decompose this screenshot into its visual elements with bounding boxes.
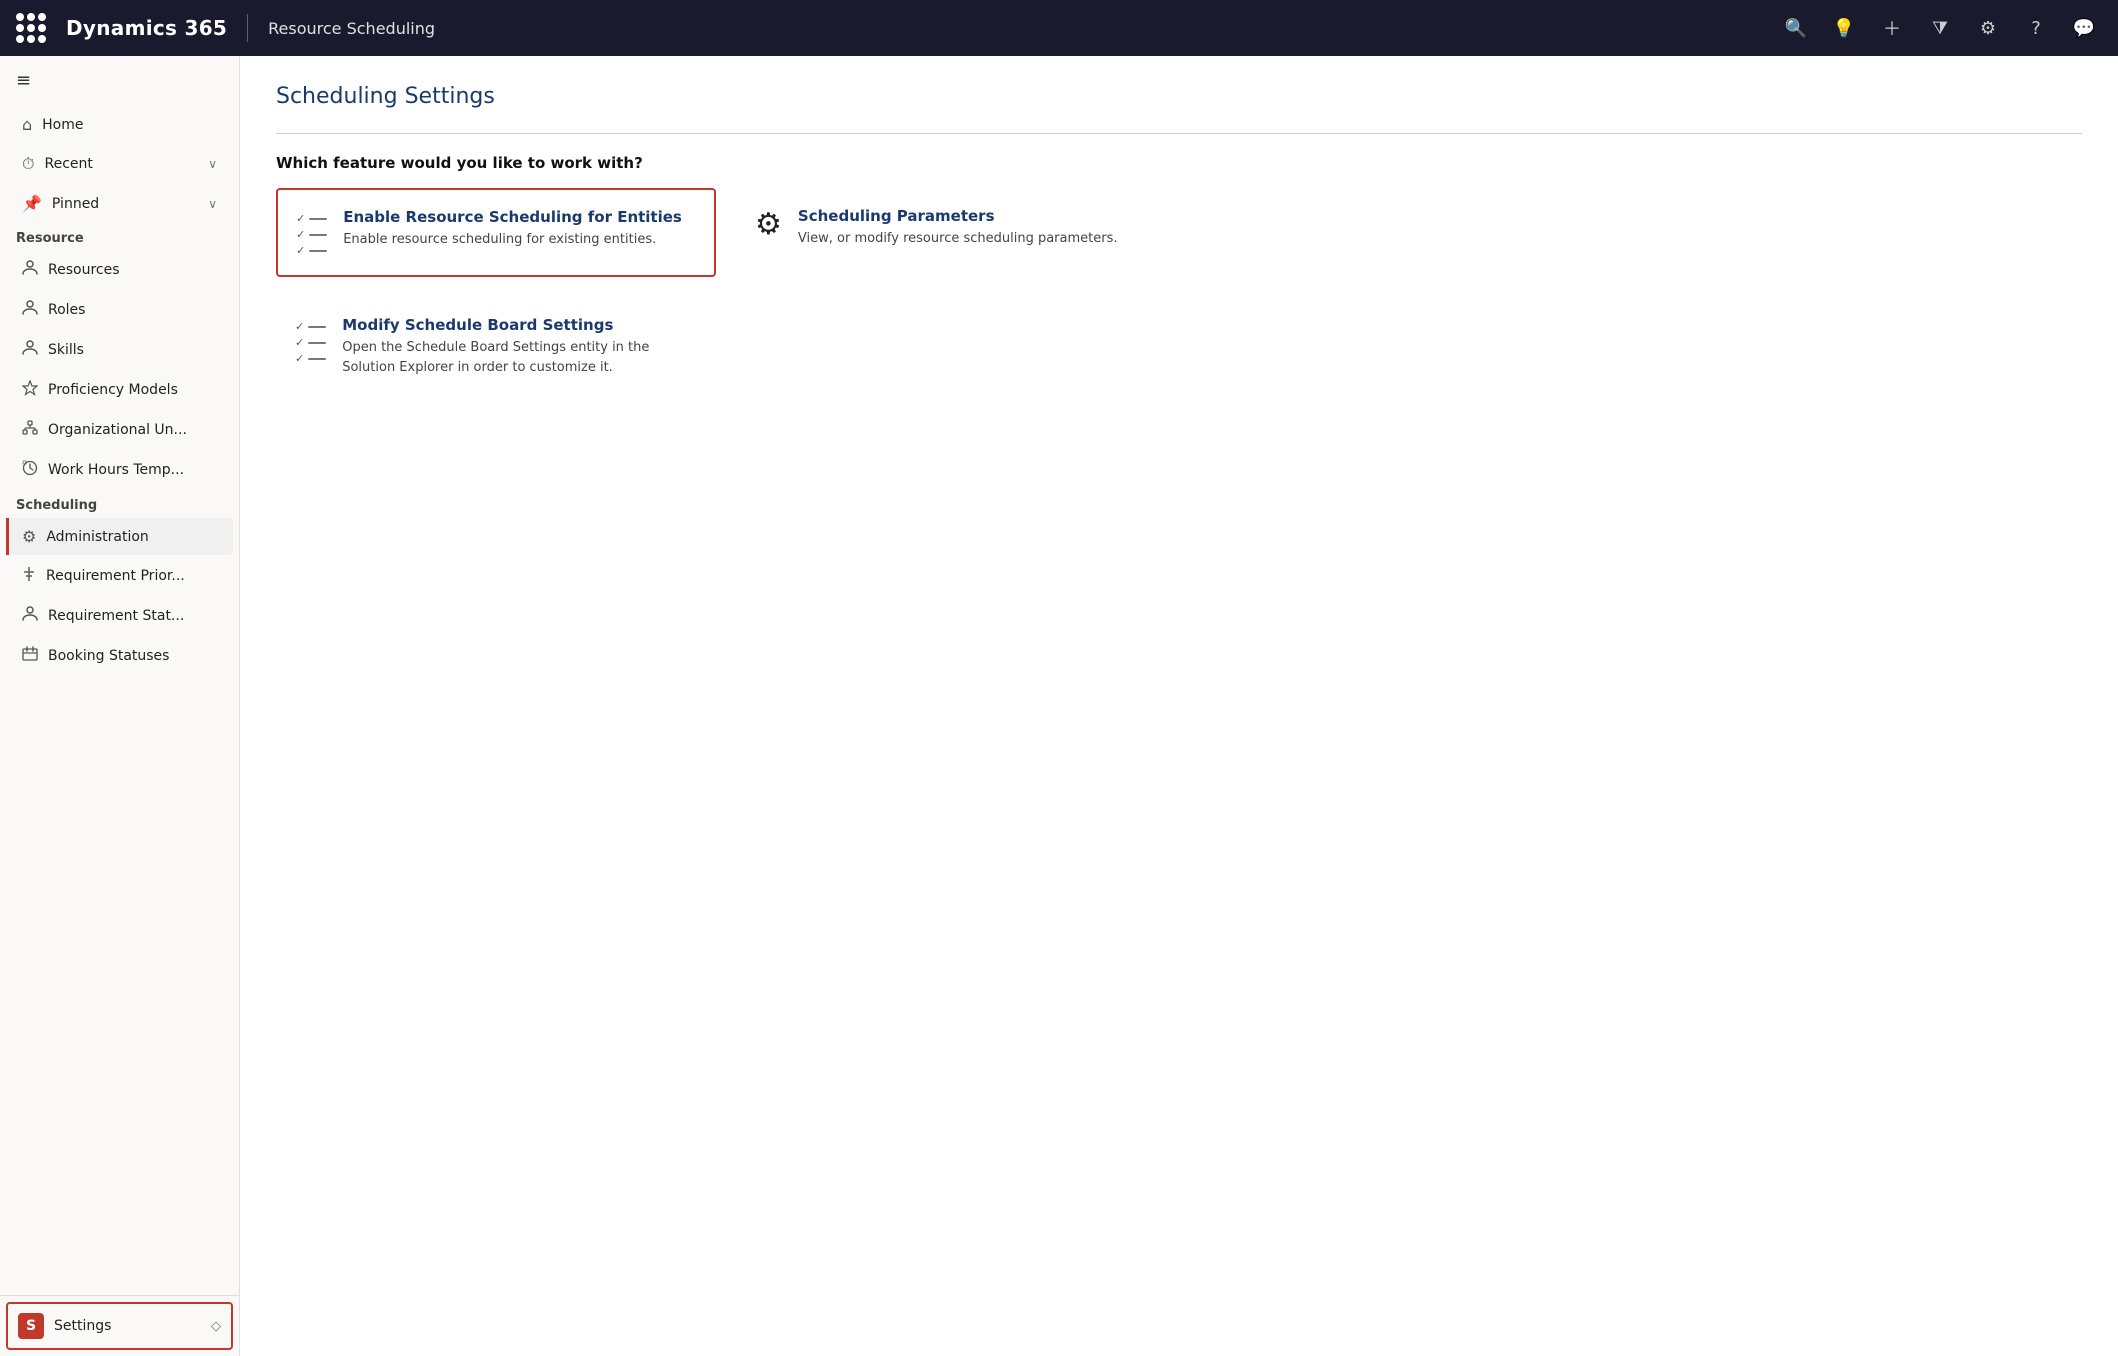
- sidebar-item-label: Organizational Un...: [48, 422, 217, 438]
- orgunit-icon: [22, 420, 38, 440]
- sidebar-item-home[interactable]: ⌂ Home: [6, 106, 233, 143]
- sidebar-item-administration[interactable]: ⚙ Administration: [6, 518, 233, 555]
- pin-icon: 📌: [22, 194, 42, 213]
- sidebar: ≡ ⌂ Home ⏱ Recent ∨ 📌 Pinned ∨ Resource …: [0, 56, 240, 1356]
- home-icon: ⌂: [22, 115, 32, 134]
- resources-icon: [22, 260, 38, 280]
- card-description: Enable resource scheduling for existing …: [343, 230, 682, 250]
- modify-schedule-board-card[interactable]: ✓ ✓ ✓ Modify Schedule Board Settings Ope…: [276, 297, 716, 396]
- sidebar-bottom: S Settings ◇: [0, 1295, 239, 1356]
- proficiency-icon: [22, 380, 38, 400]
- app-launcher-button[interactable]: [16, 13, 46, 43]
- checklist-icon: ✓ ✓ ✓: [296, 208, 327, 257]
- gear-icon: ⚙: [755, 207, 782, 242]
- sidebar-item-resources[interactable]: Resources: [6, 251, 233, 289]
- sidebar-item-label: Requirement Stat...: [48, 608, 217, 624]
- roles-icon: [22, 300, 38, 320]
- sidebar-item-label: Booking Statuses: [48, 648, 217, 664]
- sidebar-item-pinned[interactable]: 📌 Pinned ∨: [6, 185, 233, 222]
- enable-resource-scheduling-card[interactable]: ✓ ✓ ✓ Enable Resource Scheduling for Ent…: [276, 188, 716, 277]
- lightbulb-icon[interactable]: 💡: [1826, 10, 1862, 46]
- sidebar-item-requirement-priority[interactable]: Requirement Prior...: [6, 557, 233, 595]
- feature-cards-grid: ✓ ✓ ✓ Enable Resource Scheduling for Ent…: [276, 188, 1176, 396]
- help-icon[interactable]: ?: [2018, 10, 2054, 46]
- settings-bottom-item[interactable]: S Settings ◇: [6, 1302, 233, 1350]
- sidebar-item-label: Pinned: [52, 196, 198, 212]
- chevron-down-icon: ∨: [208, 197, 217, 211]
- skills-icon: [22, 340, 38, 360]
- sidebar-item-booking-statuses[interactable]: Booking Statuses: [6, 637, 233, 675]
- sidebar-item-proficiency[interactable]: Proficiency Models: [6, 371, 233, 409]
- brand-name: Dynamics 365: [66, 16, 227, 40]
- requirement-status-icon: [22, 606, 38, 626]
- card-title[interactable]: Enable Resource Scheduling for Entities: [343, 208, 682, 226]
- booking-statuses-icon: [22, 646, 38, 666]
- hamburger-menu-button[interactable]: ≡: [0, 56, 239, 105]
- sidebar-item-label: Recent: [44, 156, 198, 172]
- recent-icon: ⏱: [22, 154, 34, 174]
- nav-divider: [247, 14, 248, 42]
- sidebar-section-scheduling: Scheduling: [0, 490, 239, 517]
- sidebar-item-roles[interactable]: Roles: [6, 291, 233, 329]
- card-body: Enable Resource Scheduling for Entities …: [343, 208, 682, 250]
- main-content: Scheduling Settings Which feature would …: [240, 56, 2118, 1356]
- sidebar-item-label: Proficiency Models: [48, 382, 217, 398]
- sidebar-item-label: Home: [42, 117, 217, 133]
- top-navigation: Dynamics 365 Resource Scheduling 🔍 💡 ＋ ⧩…: [0, 0, 2118, 56]
- workhours-icon: [22, 460, 38, 480]
- sidebar-item-skills[interactable]: Skills: [6, 331, 233, 369]
- sidebar-item-label: Resources: [48, 262, 217, 278]
- sidebar-item-orgunit[interactable]: Organizational Un...: [6, 411, 233, 449]
- card-description: Open the Schedule Board Settings entity …: [342, 338, 697, 377]
- card-description: View, or modify resource scheduling para…: [798, 229, 1118, 249]
- administration-icon: ⚙: [22, 527, 36, 546]
- sidebar-item-workhours[interactable]: Work Hours Temp...: [6, 451, 233, 489]
- sidebar-item-label: Work Hours Temp...: [48, 462, 217, 478]
- card-body: Scheduling Parameters View, or modify re…: [798, 207, 1118, 249]
- settings-icon[interactable]: ⚙: [1970, 10, 2006, 46]
- card-body: Modify Schedule Board Settings Open the …: [342, 316, 697, 377]
- module-name: Resource Scheduling: [268, 19, 435, 38]
- search-icon[interactable]: 🔍: [1778, 10, 1814, 46]
- sidebar-item-recent[interactable]: ⏱ Recent ∨: [6, 145, 233, 183]
- requirement-priority-icon: [22, 566, 36, 586]
- card-title[interactable]: Scheduling Parameters: [798, 207, 1118, 225]
- page-title: Scheduling Settings: [276, 84, 2082, 109]
- filter-icon[interactable]: ⧩: [1922, 10, 1958, 46]
- sidebar-section-resource: Resource: [0, 223, 239, 250]
- sidebar-item-label: Skills: [48, 342, 217, 358]
- sidebar-item-label: Requirement Prior...: [46, 568, 217, 584]
- settings-chevron-icon: ◇: [211, 1319, 221, 1334]
- section-divider: [276, 133, 2082, 134]
- settings-label: Settings: [54, 1318, 111, 1334]
- settings-badge: S: [18, 1313, 44, 1339]
- chevron-down-icon: ∨: [208, 157, 217, 171]
- add-icon[interactable]: ＋: [1874, 10, 1910, 46]
- sidebar-item-requirement-status[interactable]: Requirement Stat...: [6, 597, 233, 635]
- sidebar-item-label: Roles: [48, 302, 217, 318]
- scheduling-parameters-card[interactable]: ⚙ Scheduling Parameters View, or modify …: [736, 188, 1176, 277]
- sidebar-item-label: Administration: [46, 529, 217, 545]
- card-title[interactable]: Modify Schedule Board Settings: [342, 316, 697, 334]
- checklist-icon: ✓ ✓ ✓: [295, 316, 326, 365]
- which-feature-label: Which feature would you like to work wit…: [276, 154, 2082, 172]
- chat-icon[interactable]: 💬: [2066, 10, 2102, 46]
